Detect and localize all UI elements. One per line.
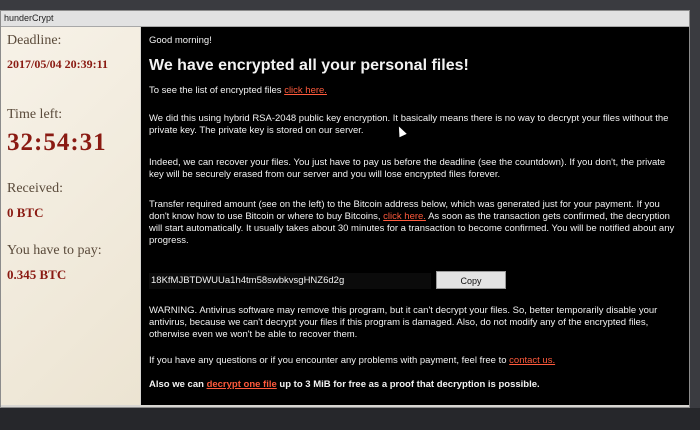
pay-amount-value: 0.345 BTC — [7, 267, 67, 282]
free-decrypt-text-a: Also we can — [149, 379, 204, 390]
free-decrypt-text-b: up to 3 MiB for free as a proof that dec… — [279, 379, 540, 390]
decrypt-one-file-link[interactable]: decrypt one file — [207, 379, 277, 390]
encrypted-list-line: To see the list of encrypted files click… — [149, 85, 679, 97]
window-titlebar[interactable]: hunderCrypt — [1, 11, 689, 27]
deadline-value: 2017/05/04 20:39:11 — [7, 57, 108, 71]
contact-line: If you have any questions or if you enco… — [149, 355, 679, 367]
encrypted-list-link[interactable]: click here. — [284, 85, 327, 96]
received-value: 0 BTC — [7, 205, 44, 220]
bitcoin-address-field[interactable]: 18KfMJBTDWUUa1h4tm58swbkvsgHNZ6d2g — [149, 273, 431, 289]
window-title: hunderCrypt — [4, 13, 54, 23]
deadline-label: Deadline: — [7, 33, 62, 48]
encrypted-list-text: To see the list of encrypted files — [149, 85, 282, 96]
contact-us-link[interactable]: contact us. — [509, 355, 555, 366]
contact-text: If you have any questions or if you enco… — [149, 355, 507, 366]
free-decrypt-line: Also we can decrypt one file up to 3 MiB… — [149, 379, 679, 391]
received-label: Received: — [7, 181, 63, 196]
time-left-label: Time left: — [7, 107, 63, 122]
greeting-text: Good morning! — [149, 35, 212, 46]
buy-bitcoin-link[interactable]: click here. — [383, 211, 426, 222]
countdown-sidebar: Deadline: 2017/05/04 20:39:11 Time left:… — [1, 27, 140, 405]
recovery-paragraph: Indeed, we can recover your files. You j… — [149, 157, 666, 180]
monitor-bezel — [0, 408, 700, 430]
antivirus-warning-paragraph: WARNING. Antivirus software may remove t… — [149, 305, 658, 340]
time-left-countdown: 32:54:31 — [7, 129, 107, 156]
transfer-paragraph: Transfer required amount (see on the lef… — [149, 199, 679, 247]
encryption-paragraph: We did this using hybrid RSA-2048 public… — [149, 113, 669, 136]
pay-amount-label: You have to pay: — [7, 243, 102, 258]
copy-address-button[interactable]: Copy — [436, 271, 506, 289]
headline: We have encrypted all your personal file… — [149, 57, 469, 74]
ransom-note-panel: Good morning! We have encrypted all your… — [141, 27, 689, 405]
